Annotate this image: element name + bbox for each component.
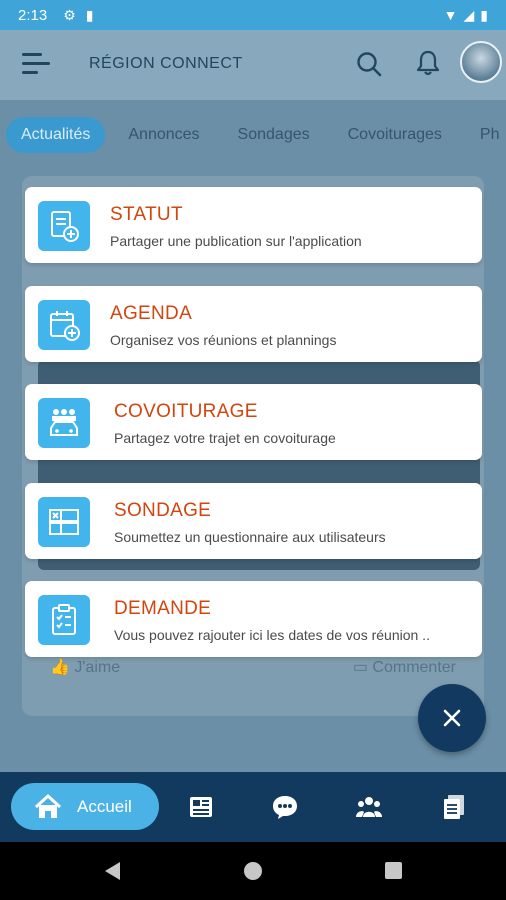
system-navigation-bar <box>0 842 506 900</box>
tab-covoiturages[interactable]: Covoiturages <box>333 117 457 153</box>
menu-item-title: COVOITURAGE <box>114 401 258 422</box>
menu-item-title: DEMANDE <box>114 598 212 619</box>
menu-item-statut[interactable]: STATUT Partager une publication sur l'ap… <box>25 187 482 263</box>
home-icon <box>34 794 62 818</box>
menu-item-subtitle: Vous pouvez rajouter ici les dates de vo… <box>114 627 430 643</box>
recent-apps-icon[interactable] <box>385 862 402 879</box>
bottom-navigation: Accueil <box>0 772 506 842</box>
category-tabs: Actualités Annonces Sondages Covoiturage… <box>0 112 506 158</box>
close-icon <box>443 709 461 727</box>
news-icon[interactable] <box>187 793 215 821</box>
app-header: RÉGION CONNECT <box>0 30 506 100</box>
menu-icon[interactable] <box>22 53 50 80</box>
sim-card-icon: ▮ <box>85 6 94 23</box>
nav-home[interactable]: Accueil <box>11 783 159 830</box>
poll-icon <box>38 497 90 547</box>
like-label: J'aime <box>74 659 121 676</box>
status-bar: 2:13 ⚙ ▮ ▼ ◢ ▮ <box>0 0 506 30</box>
calendar-add-icon <box>38 300 90 350</box>
group-icon[interactable] <box>355 793 383 821</box>
menu-item-title: AGENDA <box>110 303 193 324</box>
feed-post-actions: 👍 J'aime ▭ Commenter <box>50 655 470 681</box>
comment-label: Commenter <box>372 659 456 676</box>
app-title: RÉGION CONNECT <box>89 55 243 72</box>
tab-sondages[interactable]: Sondages <box>223 117 325 153</box>
menu-item-subtitle: Organisez vos réunions et plannings <box>110 332 337 348</box>
settings-status-icon: ⚙ <box>63 6 76 23</box>
battery-icon: ▮ <box>480 6 488 23</box>
back-icon[interactable] <box>103 861 123 881</box>
wifi-icon: ▼ <box>443 7 458 23</box>
close-menu-button[interactable] <box>418 684 486 752</box>
tab-actualites[interactable]: Actualités <box>6 117 106 153</box>
menu-item-subtitle: Soumettez un questionnaire aux utilisate… <box>114 529 386 545</box>
chat-icon[interactable] <box>271 793 299 821</box>
status-time: 2:13 <box>18 6 48 24</box>
menu-item-agenda[interactable]: AGENDA Organisez vos réunions et plannin… <box>25 286 482 362</box>
avatar[interactable] <box>460 41 502 83</box>
menu-item-covoiturage[interactable]: COVOITURAGE Partagez votre trajet en cov… <box>25 384 482 460</box>
system-home-icon[interactable] <box>244 862 262 880</box>
menu-item-title: SONDAGE <box>114 500 212 521</box>
documents-icon[interactable] <box>440 793 468 821</box>
signal-icon: ◢ <box>463 6 475 23</box>
menu-item-subtitle: Partagez votre trajet en covoiturage <box>114 430 336 446</box>
like-button[interactable]: 👍 J'aime <box>50 657 120 677</box>
tab-photos[interactable]: Ph <box>465 117 506 153</box>
comment-button[interactable]: ▭ Commenter <box>353 657 456 677</box>
tab-annonces[interactable]: Annonces <box>113 117 214 153</box>
menu-item-demande[interactable]: DEMANDE Vous pouvez rajouter ici les dat… <box>25 581 482 657</box>
document-add-icon <box>38 201 90 251</box>
search-icon[interactable] <box>356 51 382 77</box>
clipboard-check-icon <box>38 595 90 645</box>
carpool-icon <box>38 398 90 448</box>
nav-home-label: Accueil <box>77 796 132 816</box>
bell-icon[interactable] <box>414 49 442 77</box>
menu-item-title: STATUT <box>110 204 183 225</box>
menu-item-sondage[interactable]: SONDAGE Soumettez un questionnaire aux u… <box>25 483 482 559</box>
menu-item-subtitle: Partager une publication sur l'applicati… <box>110 233 362 249</box>
